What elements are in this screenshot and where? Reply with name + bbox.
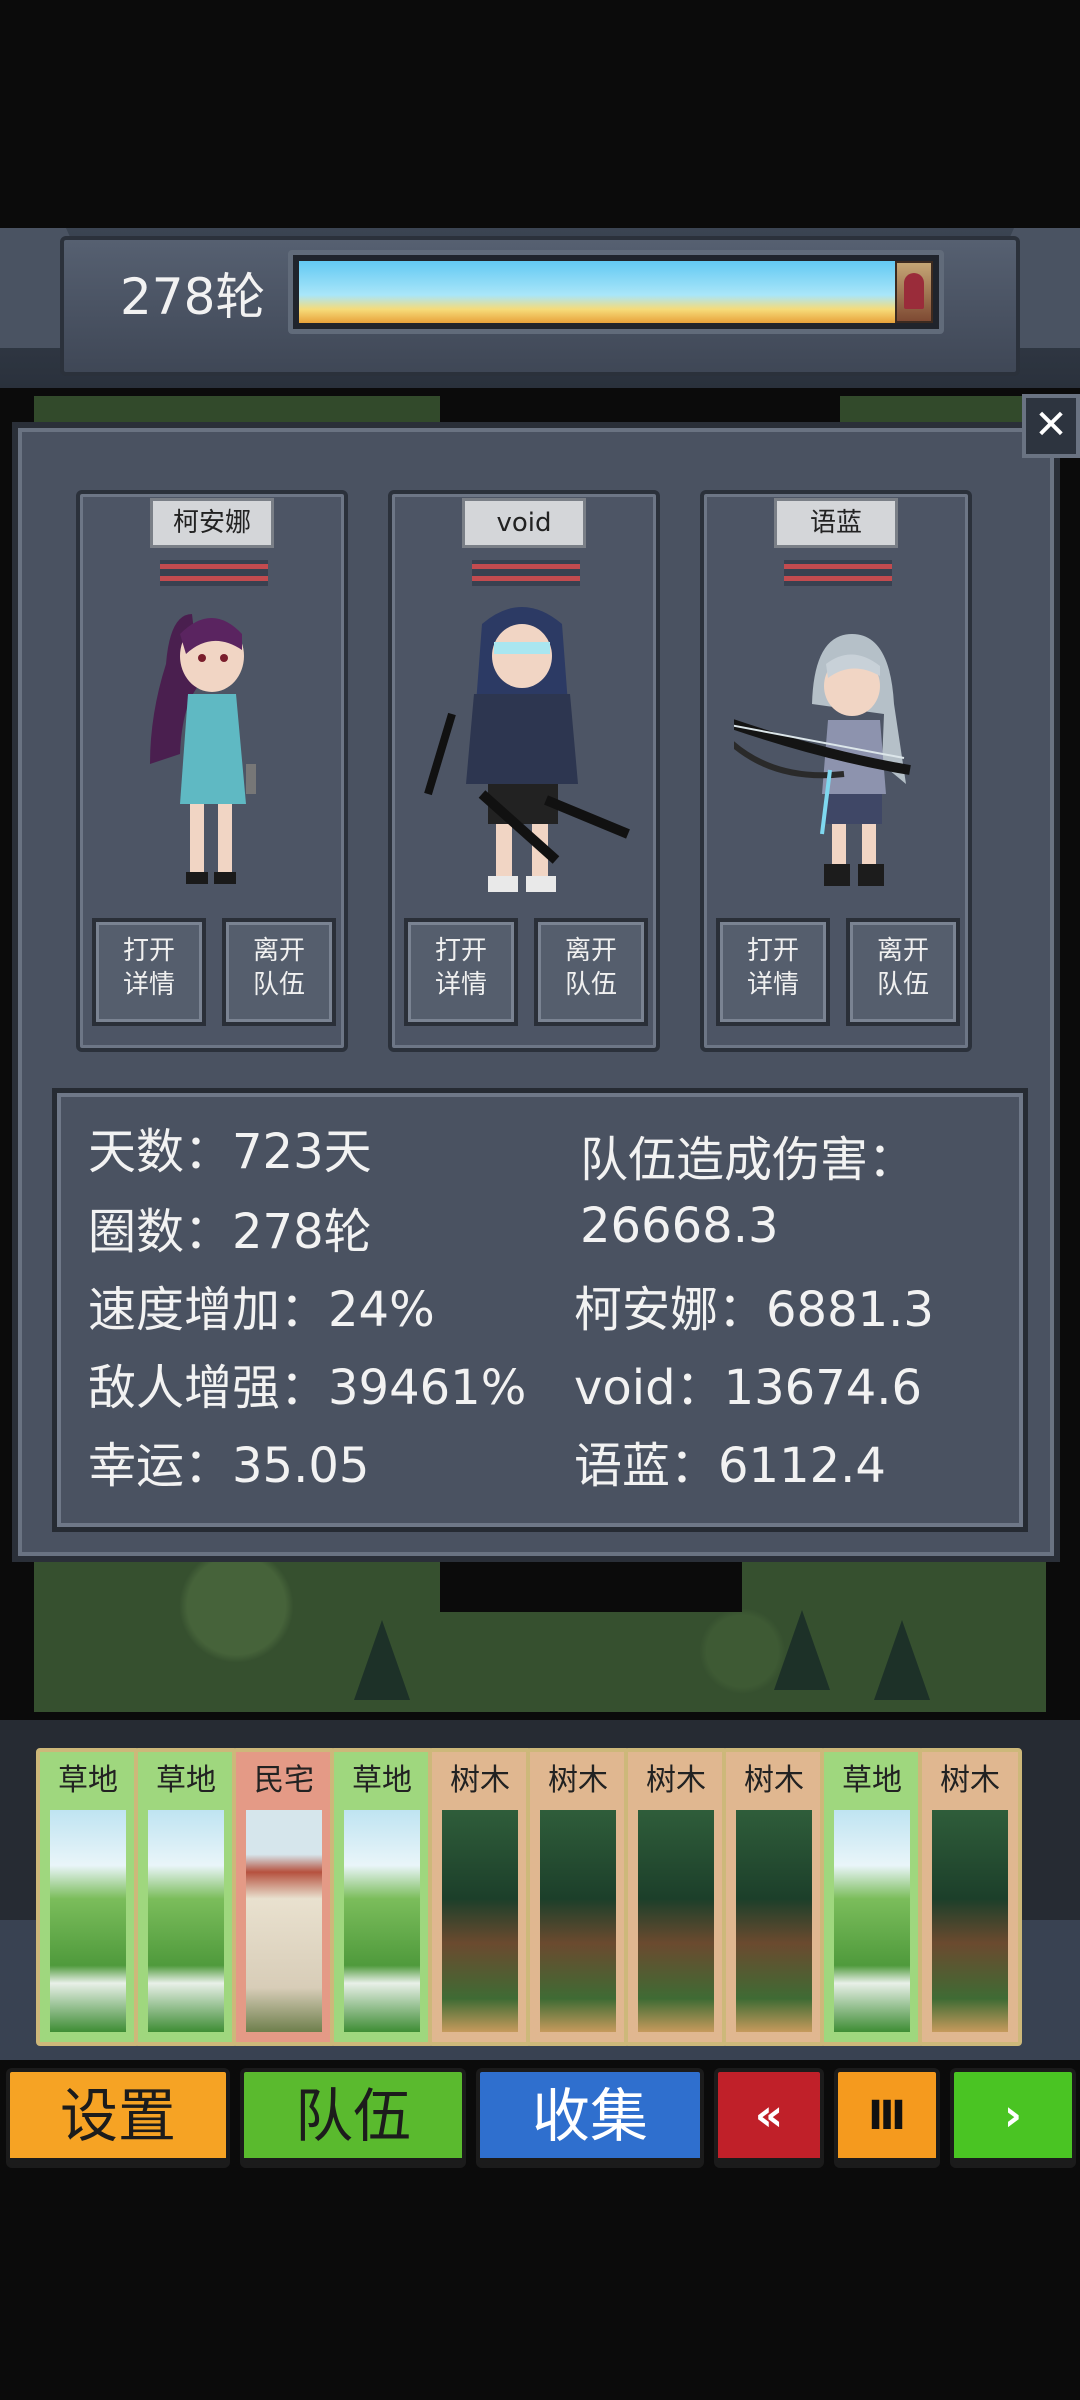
member-card-3: 语蓝 打开 详情 离开 队伍 xyxy=(700,490,972,1052)
land-card-art xyxy=(246,1810,322,2032)
pine-tree-icon xyxy=(354,1620,410,1700)
member-health-bar xyxy=(160,560,268,586)
stat-days: 天数：723天 xyxy=(88,1124,372,1180)
land-card-art xyxy=(50,1810,126,2032)
member-damage: 柯安娜：6881.3 xyxy=(574,1282,934,1338)
land-card-art xyxy=(540,1810,616,2032)
member-health-bar xyxy=(784,560,892,586)
land-card-label: 草地 xyxy=(156,1763,216,1798)
open-details-button[interactable]: 打开 详情 xyxy=(716,918,830,1026)
leave-team-button[interactable]: 离开 队伍 xyxy=(222,918,336,1026)
open-details-button[interactable]: 打开 详情 xyxy=(404,918,518,1026)
land-card[interactable]: 草地 xyxy=(820,1748,924,2046)
open-details-button[interactable]: 打开 详情 xyxy=(92,918,206,1026)
land-card-label: 树木 xyxy=(940,1763,1000,1798)
settings-button[interactable]: 设置 xyxy=(6,2068,230,2168)
play-icon[interactable]: › xyxy=(950,2068,1076,2168)
rewind-icon[interactable]: « xyxy=(714,2068,824,2168)
land-card-label: 草地 xyxy=(842,1763,902,1798)
member-name: void xyxy=(462,498,586,548)
route-progress-bar xyxy=(288,250,944,334)
member-name: 柯安娜 xyxy=(150,498,274,548)
land-card-label: 树木 xyxy=(450,1763,510,1798)
land-card[interactable]: 树木 xyxy=(722,1748,826,2046)
pine-tree-icon xyxy=(774,1610,830,1690)
member-sprite-icon xyxy=(150,614,256,884)
land-card-label: 草地 xyxy=(352,1763,412,1798)
land-card-art xyxy=(148,1810,224,2032)
land-card[interactable]: 草地 xyxy=(36,1748,140,2046)
stat-speed-bonus: 速度增加：24% xyxy=(88,1282,435,1338)
member-damage: void：13674.6 xyxy=(574,1360,923,1416)
land-card[interactable]: 草地 xyxy=(330,1748,434,2046)
leave-team-button[interactable]: 离开 队伍 xyxy=(846,918,960,1026)
land-card[interactable]: 民宅 xyxy=(232,1748,336,2046)
land-card[interactable]: 树木 xyxy=(918,1748,1022,2046)
hero-portrait-icon xyxy=(895,261,933,323)
member-card-1: 柯安娜 打开 详情 离开 队伍 xyxy=(76,490,348,1052)
land-card-art xyxy=(344,1810,420,2032)
member-damage: 语蓝：6112.4 xyxy=(574,1438,886,1494)
pine-tree-icon xyxy=(874,1620,930,1700)
land-card-label: 草地 xyxy=(58,1763,118,1798)
land-card-label: 树木 xyxy=(744,1763,804,1798)
land-card-art xyxy=(834,1810,910,2032)
land-card-label: 树木 xyxy=(646,1763,706,1798)
land-card[interactable]: 草地 xyxy=(134,1748,238,2046)
pause-icon[interactable]: Ⅲ xyxy=(834,2068,940,2168)
team-damage-title: 队伍造成伤害： xyxy=(580,1132,917,1188)
collect-button[interactable]: 收集 xyxy=(476,2068,704,2168)
land-card-art xyxy=(638,1810,714,2032)
land-card-label: 民宅 xyxy=(254,1763,314,1798)
route-progress-fill xyxy=(299,261,933,323)
land-card[interactable]: 树木 xyxy=(428,1748,532,2046)
member-sprite-icon xyxy=(424,607,630,892)
member-sprite-icon xyxy=(734,634,911,886)
stat-laps: 圈数：278轮 xyxy=(88,1204,372,1260)
member-card-2: void 打开 详情 离开 队伍 xyxy=(388,490,660,1052)
round-counter: 278轮 xyxy=(120,268,266,326)
land-card-art xyxy=(736,1810,812,2032)
map-void xyxy=(440,1560,742,1612)
land-card-art xyxy=(442,1810,518,2032)
team-damage-value: 26668.3 xyxy=(580,1198,779,1254)
land-card-art xyxy=(932,1810,1008,2032)
land-card-label: 树木 xyxy=(548,1763,608,1798)
member-health-bar xyxy=(472,560,580,586)
team-button[interactable]: 队伍 xyxy=(240,2068,466,2168)
game-screen: 278轮 ✕ 柯安娜 打开 详情 离开 队伍 void 打开 详情 离开 队伍 … xyxy=(0,0,1080,2400)
stat-enemy-boost: 敌人增强：39461% xyxy=(88,1360,527,1416)
close-panel-button[interactable]: ✕ xyxy=(1022,394,1080,458)
stat-luck: 幸运：35.05 xyxy=(88,1438,370,1494)
leave-team-button[interactable]: 离开 队伍 xyxy=(534,918,648,1026)
land-card[interactable]: 树木 xyxy=(624,1748,728,2046)
member-name: 语蓝 xyxy=(774,498,898,548)
land-card[interactable]: 树木 xyxy=(526,1748,630,2046)
